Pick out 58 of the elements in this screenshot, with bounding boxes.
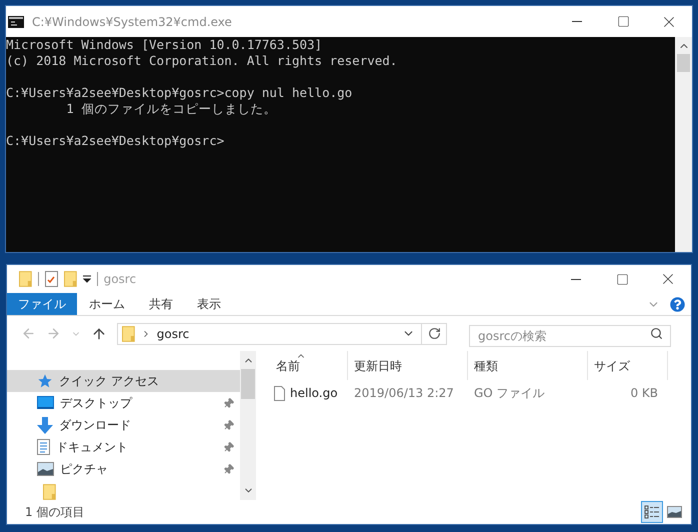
navigation-item[interactable]: デスクトップ [7, 392, 240, 414]
file-icon [274, 386, 285, 400]
monitor-icon [37, 396, 54, 410]
picture-icon [37, 462, 54, 476]
navigation-item[interactable]: ダウンロード [7, 414, 240, 436]
scrollbar-thumb[interactable] [241, 369, 255, 399]
details-view-icon [644, 505, 660, 519]
scrollbar[interactable] [240, 351, 256, 500]
maximize-icon [616, 15, 630, 28]
folder-icon [122, 326, 135, 342]
scrollbar[interactable] [675, 37, 692, 252]
address-bar[interactable]: gosrc [117, 322, 447, 344]
console-line: C:¥Users¥a2see¥Desktop¥gosrc> [6, 133, 226, 149]
console-icon [8, 16, 24, 28]
file-size: 0 KB [629, 385, 659, 402]
file-name[interactable]: hello.go [290, 384, 338, 402]
star-icon [37, 373, 53, 389]
folder-icon [19, 271, 32, 287]
ribbon-tab[interactable]: 表示 [185, 293, 233, 315]
minimize-icon [571, 278, 581, 280]
thumbnail-view-icon [666, 506, 682, 518]
window-title: gosrc [104, 271, 138, 288]
window-title: C:¥Windows¥System32¥cmd.exe [32, 14, 233, 30]
maximize-icon [616, 272, 628, 286]
up-icon[interactable] [91, 326, 107, 342]
forward-icon[interactable] [46, 326, 61, 341]
status-text: 1 個の項目 [25, 504, 86, 521]
address-text[interactable]: gosrc [156, 324, 396, 342]
column-header[interactable]: サイズ [588, 351, 668, 380]
back-icon[interactable] [21, 326, 36, 341]
down-arrow-icon [37, 416, 53, 434]
folder-icon [64, 271, 77, 287]
ribbon-tab[interactable]: ホーム [77, 293, 137, 315]
navigation-item[interactable]: ドキュメント [7, 436, 240, 458]
console-line: Microsoft Windows [Version 10.0.17763.503] [6, 37, 324, 53]
search-field[interactable]: gosrcの検索 [469, 324, 671, 346]
column-header[interactable]: 更新日時 [348, 351, 468, 380]
ribbon-tab[interactable]: 共有 [137, 293, 185, 315]
document-icon [37, 439, 50, 455]
scrollbar-thumb[interactable] [677, 54, 690, 72]
checklist-icon[interactable] [44, 271, 58, 287]
view-button[interactable] [641, 501, 663, 523]
ribbon-tab[interactable]: ファイル [7, 293, 77, 315]
dropdown-icon[interactable] [82, 275, 91, 283]
column-header[interactable]: 名前 [270, 351, 348, 380]
console-line: C:¥Users¥a2see¥Desktop¥gosrc>copy nul hello.go [6, 85, 354, 101]
modified-date: 2019/06/13 2:27 [353, 385, 455, 402]
search-icon [650, 326, 663, 340]
file-type: GO ファイル [473, 385, 546, 402]
navigation-item[interactable]: ピクチャ [7, 458, 240, 480]
column-header[interactable]: 種類 [468, 351, 588, 380]
navigation-item[interactable]: クイック アクセス [7, 370, 240, 392]
refresh-icon[interactable] [428, 327, 441, 340]
console-line: 1 個のファイルをコピーしました。 [65, 101, 278, 117]
help-icon[interactable] [670, 296, 685, 312]
console-line: (c) 2018 Microsoft Corporation. All rights reserved. [6, 53, 398, 69]
folder-icon [43, 484, 56, 500]
minimize-icon [572, 21, 582, 22]
